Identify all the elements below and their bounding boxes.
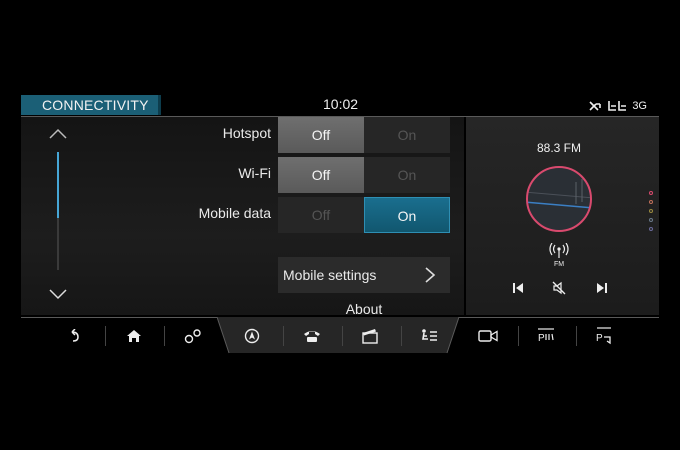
divider — [342, 326, 343, 346]
connectivity-settings-panel: Hotspot Off On Wi-Fi Off On Mobile data … — [21, 117, 464, 317]
scrollbar[interactable] — [57, 152, 59, 270]
phone-button[interactable] — [297, 324, 327, 348]
camera-icon — [478, 330, 498, 342]
previous-track-icon[interactable] — [510, 280, 526, 296]
wifi-toggle: Off On — [278, 157, 450, 193]
climate-icon — [422, 329, 437, 341]
wifi-off-button[interactable]: Off — [278, 157, 364, 193]
camera-button[interactable] — [473, 324, 503, 348]
media-panel: 88.3 FM FM — [466, 117, 659, 315]
mobile-data-toggle: Off On — [278, 197, 450, 233]
parking-icon: P — [538, 328, 554, 344]
svg-text:P: P — [596, 333, 603, 344]
page-dot — [649, 218, 653, 222]
back-button[interactable] — [59, 324, 89, 348]
mobile-data-off-button[interactable]: Off — [278, 197, 364, 233]
hotspot-label: Hotspot — [222, 125, 271, 141]
fm-label: FM — [553, 261, 565, 268]
infotainment-screen: CONNECTIVITY 10:02 3G Hotspot Off On Wi-… — [21, 95, 659, 354]
media-button[interactable] — [355, 324, 385, 348]
clock: 10:02 — [323, 96, 359, 112]
divider — [283, 326, 284, 346]
page-dot — [649, 209, 653, 213]
status-icons: 3G — [588, 98, 647, 114]
phone-icon — [304, 331, 320, 342]
mute-icon[interactable] — [551, 280, 567, 296]
network-type: 3G — [632, 100, 647, 112]
parking-button[interactable]: P — [531, 324, 561, 348]
mobile-data-on-button[interactable]: On — [364, 197, 450, 233]
navigation-button[interactable] — [237, 324, 267, 348]
no-signal-icon — [589, 101, 602, 111]
settings-button[interactable] — [178, 324, 208, 348]
source-page-indicator — [649, 191, 653, 231]
station-name: 88.3 FM — [536, 141, 581, 155]
chevron-right-icon — [425, 267, 436, 283]
about-button[interactable]: About — [278, 301, 450, 317]
hotspot-toggle: Off On — [278, 117, 450, 153]
page-dot — [649, 200, 653, 204]
scroll-up-icon[interactable] — [48, 127, 68, 141]
wifi-label: Wi-Fi — [238, 165, 271, 181]
settings-icon — [184, 329, 201, 344]
home-icon — [127, 330, 141, 342]
scroll-down-icon[interactable] — [48, 287, 68, 301]
divider — [105, 326, 106, 346]
bottom-nav-bar: P P — [21, 317, 659, 354]
hotspot-off-button[interactable]: Off — [278, 117, 364, 153]
mobile-settings-label: Mobile settings — [283, 267, 377, 283]
scrollbar-thumb[interactable] — [57, 152, 59, 218]
page-title: CONNECTIVITY — [21, 95, 161, 115]
page-dot — [649, 191, 653, 195]
svg-text:P: P — [538, 333, 545, 344]
divider — [164, 326, 165, 346]
mobile-data-label: Mobile data — [198, 205, 271, 221]
divider — [576, 326, 577, 346]
vehicle-button[interactable]: P — [589, 324, 619, 348]
climate-button[interactable] — [414, 324, 444, 348]
navigation-icon — [244, 328, 260, 344]
wifi-on-button[interactable]: On — [364, 157, 450, 193]
back-icon — [71, 329, 79, 342]
divider — [401, 326, 402, 346]
hotspot-on-button[interactable]: On — [364, 117, 450, 153]
page-dot — [649, 227, 653, 231]
media-icon — [362, 329, 378, 344]
next-track-icon[interactable] — [594, 280, 610, 296]
radio-antenna-icon — [549, 242, 569, 258]
divider — [518, 326, 519, 346]
radio-dial[interactable] — [524, 164, 594, 234]
vehicle-icon: P — [596, 327, 611, 345]
status-bar: CONNECTIVITY 10:02 3G — [21, 95, 659, 117]
seat-icon — [608, 101, 627, 111]
home-button[interactable] — [119, 324, 149, 348]
mobile-settings-button[interactable]: Mobile settings — [278, 257, 450, 293]
fm-source: FM — [548, 242, 570, 269]
